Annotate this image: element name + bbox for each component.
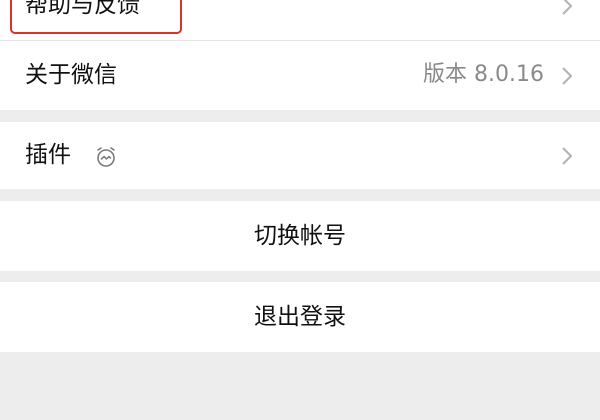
about-wechat-label: 关于微信: [25, 62, 117, 88]
plugin-alarm-icon: [97, 147, 115, 167]
chevron-right-icon: [562, 0, 573, 15]
about-wechat-row[interactable]: 关于微信 版本 8.0.16: [0, 40, 600, 110]
logout-row[interactable]: 退出登录: [0, 282, 600, 352]
chevron-right-icon: [562, 147, 573, 165]
chevron-right-icon: [562, 67, 573, 85]
logout-label: 退出登录: [254, 304, 346, 330]
plugin-row[interactable]: 插件: [0, 122, 600, 189]
switch-account-row[interactable]: 切换帐号: [0, 201, 600, 271]
plugin-label: 插件: [25, 142, 71, 168]
version-value: 版本 8.0.16: [423, 62, 544, 87]
switch-account-label: 切换帐号: [254, 223, 346, 249]
help-feedback-label: 帮助与反馈: [25, 0, 140, 18]
help-feedback-row[interactable]: 帮助与反馈: [0, 0, 600, 40]
